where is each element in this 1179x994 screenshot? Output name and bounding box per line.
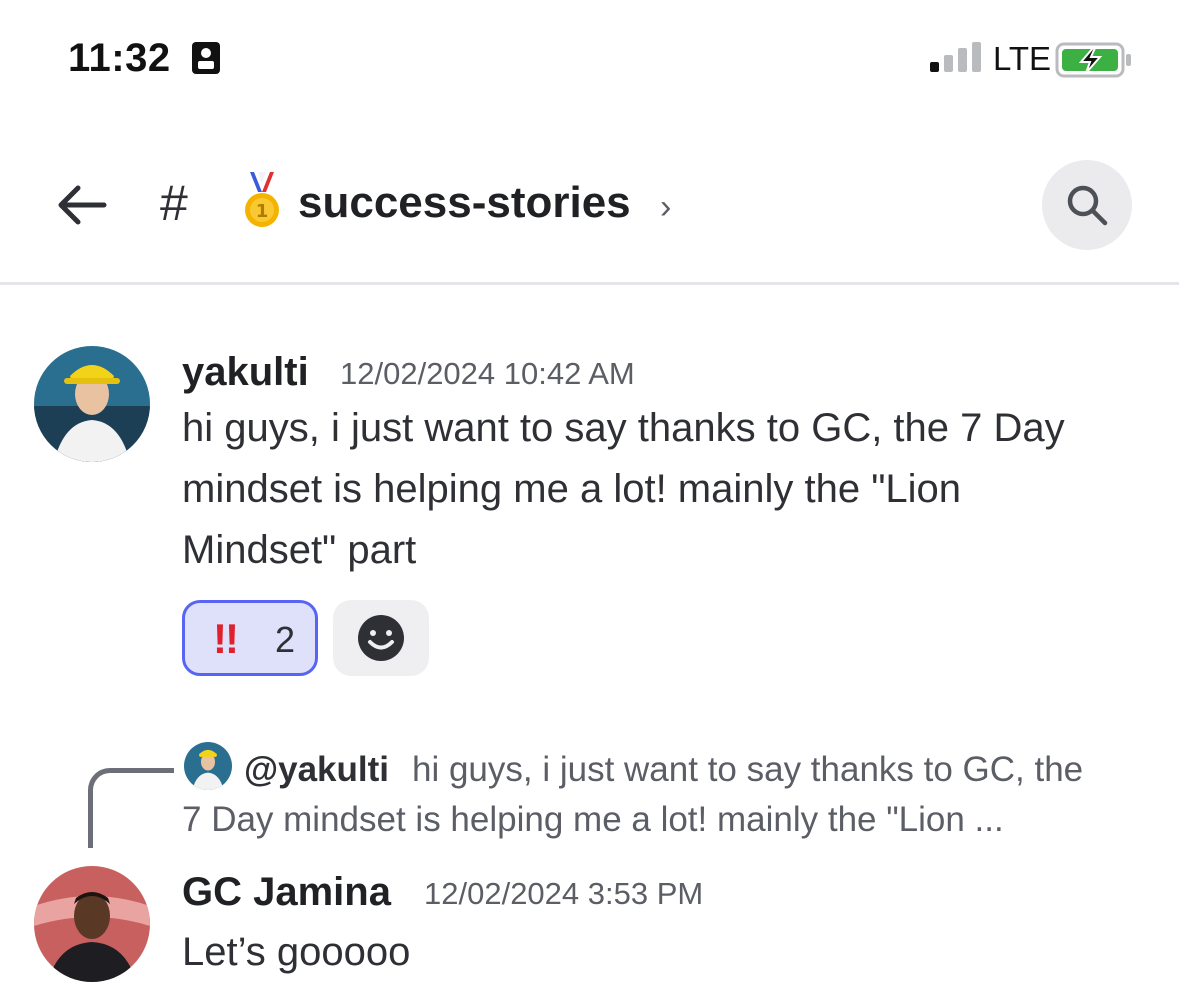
signal-icon [930, 42, 981, 72]
reply-mention[interactable]: @yakulti [244, 750, 389, 790]
search-icon [1067, 185, 1108, 226]
smiley-icon [358, 615, 404, 661]
reaction-button[interactable]: !! 2 [182, 600, 318, 676]
medal-icon: 1 [245, 172, 279, 227]
message-timestamp: 12/02/2024 10:42 AM [340, 356, 635, 391]
reply-snippet[interactable]: 7 Day mindset is helping me a lot! mainl… [182, 800, 1004, 840]
reaction-count: 2 [275, 619, 296, 660]
channel-name[interactable]: success-stories [298, 178, 631, 228]
battery-charging-icon [1055, 42, 1131, 78]
search-button[interactable] [1042, 160, 1132, 250]
double-exclamation-icon: !! [213, 615, 239, 662]
message-author[interactable]: GC Jamina [182, 870, 391, 915]
sim-icon [192, 42, 220, 74]
back-arrow-icon[interactable] [52, 180, 112, 230]
message-timestamp: 12/02/2024 3:53 PM [424, 876, 704, 911]
status-time: 11:32 [68, 36, 171, 80]
chevron-right-icon[interactable]: › [660, 188, 671, 227]
svg-text:1: 1 [256, 201, 269, 222]
message-line: mindset is helping me a lot! mainly the … [182, 467, 962, 511]
reply-avatar [184, 742, 232, 790]
channel-hash-icon: # [160, 175, 188, 231]
avatar[interactable] [34, 866, 150, 982]
network-type: LTE [993, 40, 1052, 77]
header-divider [0, 282, 1179, 285]
channel-header: # 1 success-stories › [0, 150, 1179, 280]
message-line: hi guys, i just want to say thanks to GC… [182, 406, 1065, 450]
message-line: Mindset" part [182, 528, 417, 572]
reply-snippet[interactable]: hi guys, i just want to say thanks to GC… [412, 750, 1083, 790]
reply-connector [88, 768, 174, 848]
message-line: Let’s gooooo [182, 930, 411, 974]
add-reaction-button[interactable] [333, 600, 429, 676]
avatar[interactable] [34, 346, 150, 462]
message-author[interactable]: yakulti [182, 350, 309, 395]
